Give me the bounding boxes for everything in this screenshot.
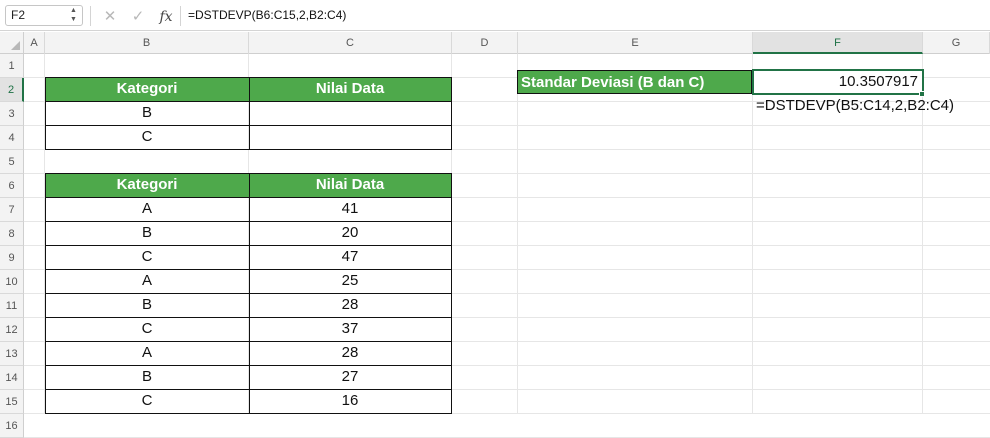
formula-bar-divider [90,6,91,26]
row-header-3[interactable]: 3 [0,102,24,126]
row-header-4[interactable]: 4 [0,126,24,150]
column-header-f[interactable]: F [753,32,923,54]
formula-bar-divider [180,6,181,26]
row-header-1[interactable]: 1 [0,54,24,78]
cancel-icon[interactable]: ✕ [96,7,124,25]
row-header-15[interactable]: 15 [0,390,24,414]
column-gridline [517,54,518,413]
column-header-e[interactable]: E [518,32,753,54]
criteria-column-border [249,77,250,150]
formula-bar-actions: ✕ ✓ fx [96,7,180,25]
data-column-border [249,173,250,414]
row-header-16[interactable]: 16 [0,414,24,438]
column-header-g[interactable]: G [923,32,990,54]
row-header-5[interactable]: 5 [0,150,24,174]
column-gridline [752,54,753,413]
row-header-11[interactable]: 11 [0,294,24,318]
row-header-7[interactable]: 7 [0,198,24,222]
row-header-8[interactable]: 8 [0,222,24,246]
column-header-d[interactable]: D [452,32,518,54]
result-value-cell[interactable]: 10.3507917 [752,69,924,95]
column-header-c[interactable]: C [249,32,452,54]
result-label-cell[interactable]: Standar Deviasi (B dan C) [517,70,752,94]
row-header-6[interactable]: 6 [0,174,24,198]
column-header-a[interactable]: A [24,32,45,54]
row-header-2[interactable]: 2 [0,78,24,102]
row-header-9[interactable]: 9 [0,246,24,270]
row-header-10[interactable]: 10 [0,270,24,294]
row-header-12[interactable]: 12 [0,318,24,342]
insert-function-icon[interactable]: fx [152,9,180,25]
enter-icon[interactable]: ✓ [124,7,152,25]
row-header-14[interactable]: 14 [0,366,24,390]
formula-input[interactable]: =DSTDEVP(B6:C15,2,B2:C4) [188,8,346,22]
formula-note: =DSTDEVP(B5:C14,2,B2:C4) [756,97,954,114]
name-box-stepper-icon[interactable]: ▲ ▼ [70,6,77,24]
select-all-icon [11,41,20,50]
column-header-b[interactable]: B [45,32,249,54]
row-header-13[interactable]: 13 [0,342,24,366]
